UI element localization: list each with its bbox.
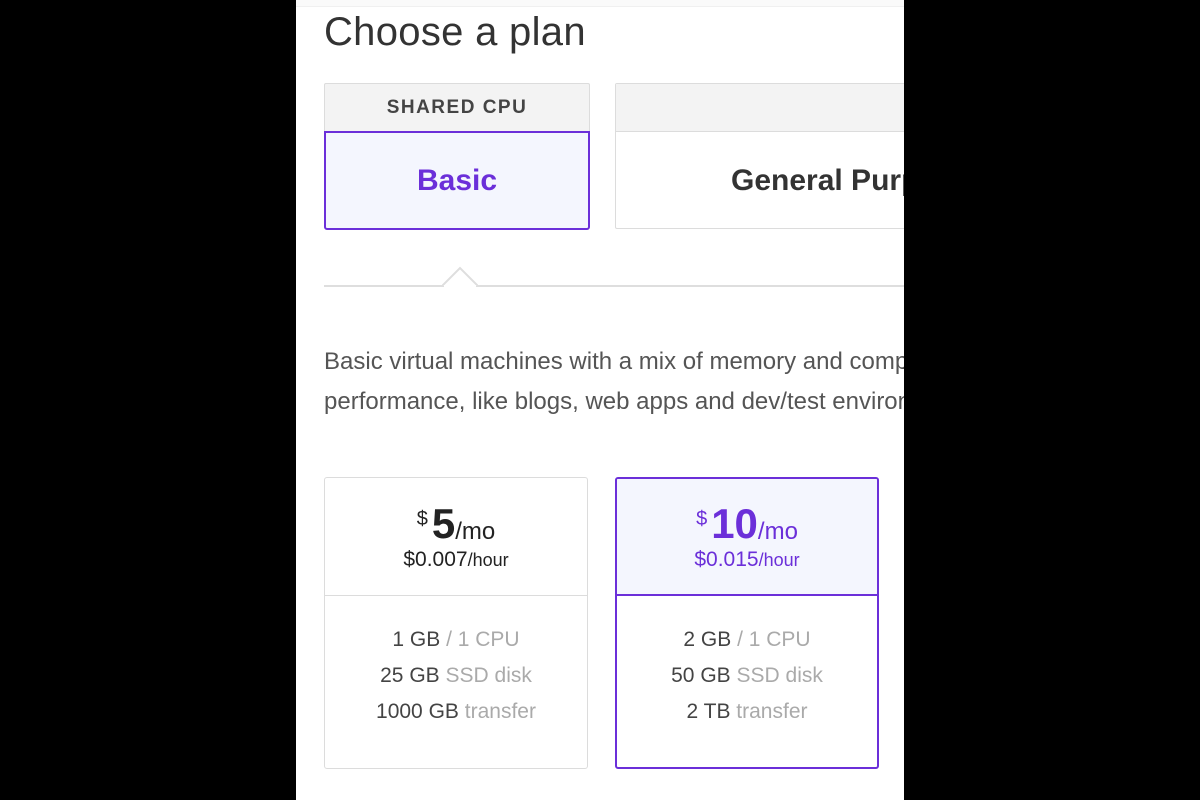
hourly-amount: $0.015	[694, 547, 759, 571]
plan-specs: 1 GB / 1 CPU 25 GB SSD disk 1000 GB tran…	[325, 596, 587, 730]
option-basic[interactable]: Basic	[324, 131, 590, 230]
memory-value: 2 GB	[683, 628, 732, 651]
memory-value: 1 GB	[392, 628, 441, 651]
price-period: /mo	[455, 517, 496, 545]
spec-memory-cpu: 2 GB / 1 CPU	[617, 622, 877, 658]
spec-disk: 25 GB SSD disk	[325, 658, 587, 694]
page-title: Choose a plan	[324, 10, 586, 54]
tab-shared-cpu[interactable]: SHARED CPU Basic	[324, 83, 590, 230]
disk-value: 25 GB	[380, 664, 440, 687]
transfer-label: transfer	[464, 700, 536, 723]
option-general-purpose[interactable]: General Purpose	[616, 132, 904, 229]
tab-dedicated-cpu[interactable]: General Purpose	[615, 83, 904, 229]
transfer-value: 1000 GB	[376, 700, 459, 723]
monthly-price: $ 5 /mo	[416, 499, 496, 547]
hourly-price: $0.007/hour	[403, 548, 508, 572]
section-divider	[324, 285, 904, 287]
hourly-unit: /hour	[467, 549, 509, 570]
hourly-unit: /hour	[758, 549, 800, 570]
disk-value: 50 GB	[671, 664, 731, 687]
price-period: /mo	[757, 517, 798, 545]
disk-label: SSD disk	[445, 664, 532, 687]
description-line: performance, like blogs, web apps and de…	[324, 388, 904, 415]
tab-category-label: SHARED CPU	[324, 83, 590, 131]
cpu-value: / 1 CPU	[737, 628, 811, 651]
description-line: Basic virtual machines with a mix of mem…	[324, 348, 904, 375]
spec-memory-cpu: 1 GB / 1 CPU	[325, 622, 587, 658]
plan-price-header: $ 5 /mo $0.007/hour	[325, 478, 587, 596]
currency-symbol: $	[416, 507, 428, 530]
price-amount: 5	[431, 499, 456, 547]
hourly-amount: $0.007	[403, 547, 468, 571]
plan-card-10[interactable]: $ 10 /mo $0.015/hour 2 GB / 1 CPU 50 GB …	[615, 477, 879, 769]
currency-symbol: $	[696, 507, 708, 530]
top-edge	[296, 0, 904, 7]
spec-transfer: 2 TB transfer	[617, 694, 877, 730]
hourly-price: $0.015/hour	[694, 548, 799, 572]
plan-specs: 2 GB / 1 CPU 50 GB SSD disk 2 TB transfe…	[617, 596, 877, 730]
plan-description: Basic virtual machines with a mix of mem…	[324, 342, 904, 422]
monthly-price: $ 10 /mo	[696, 499, 798, 547]
plan-panel: Choose a plan SHARED CPU Basic General P…	[296, 0, 904, 800]
price-amount: 10	[711, 499, 758, 547]
spec-disk: 50 GB SSD disk	[617, 658, 877, 694]
cpu-value: / 1 CPU	[446, 628, 520, 651]
plan-price-header: $ 10 /mo $0.015/hour	[617, 479, 877, 596]
plan-card-5[interactable]: $ 5 /mo $0.007/hour 1 GB / 1 CPU 25 GB S…	[324, 477, 588, 769]
transfer-value: 2 TB	[686, 700, 731, 723]
tab-category-label	[616, 84, 904, 132]
transfer-label: transfer	[736, 700, 808, 723]
disk-label: SSD disk	[736, 664, 823, 687]
spec-transfer: 1000 GB transfer	[325, 694, 587, 730]
